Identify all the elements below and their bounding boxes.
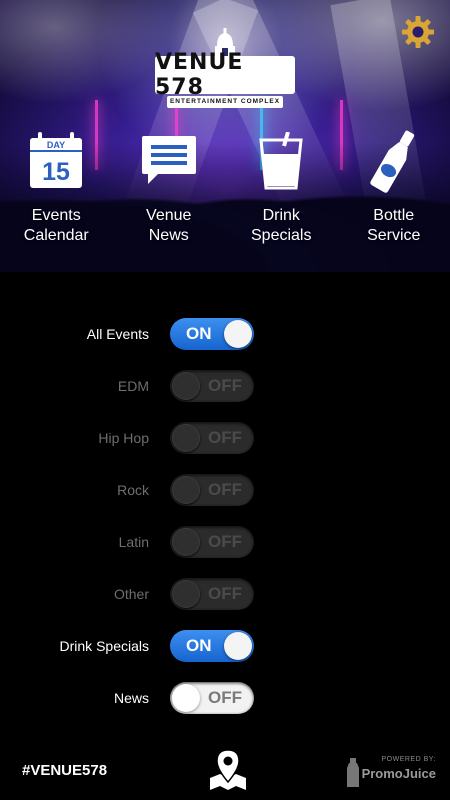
event-filter-list: All Events ON EDM OFF Hip Hop OFF Rock O… [0,308,450,724]
nav-label-events-calendar: Events Calendar [23,207,89,244]
toggle-latin[interactable]: OFF [170,526,254,558]
nav-venue-news[interactable]: Venue News [113,130,226,260]
toggle-news[interactable]: OFF [170,682,254,714]
toggle-knob [172,372,200,400]
filter-label: Drink Specials [59,638,149,654]
toggle-all-events[interactable]: ON [170,318,254,350]
toggle-knob [224,320,252,348]
toggle-state: OFF [208,532,242,551]
toggle-knob [172,580,200,608]
filter-row-hip-hop: Hip Hop OFF [0,412,450,464]
glass-icon [259,132,303,190]
powered-by-badge: POWERED BY: PromoJuice [346,756,436,790]
toggle-knob [172,476,200,504]
main-nav: DAY 15 Events Calendar Venue News Drink … [0,130,450,260]
nav-drink-specials[interactable]: Drink Specials [225,130,338,260]
venue-logo: VENUE 578 ENTERTAINMENT COMPLEX [155,28,295,108]
map-button[interactable] [208,748,248,792]
calendar-icon: DAY 15 [30,132,83,188]
logo-title: VENUE 578 [155,50,244,100]
toggle-hip-hop[interactable]: OFF [170,422,254,454]
toggle-drink-specials[interactable]: ON [170,630,254,662]
toggle-state: OFF [208,688,242,707]
toggle-knob [224,632,252,660]
map-pin-icon [210,749,246,790]
chat-bubble-icon [141,136,196,184]
toggle-state: OFF [208,480,242,499]
toggle-state: OFF [208,428,242,447]
filter-row-rock: Rock OFF [0,464,450,516]
logo-title-plate: VENUE 578 [155,50,295,100]
toggle-knob [172,528,200,556]
filter-row-other: Other OFF [0,568,450,620]
filter-row-edm: EDM OFF [0,360,450,412]
powered-by-label: POWERED BY: [381,756,436,763]
filter-row-latin: Latin OFF [0,516,450,568]
toggle-state: OFF [208,584,242,603]
filter-label: Rock [117,482,149,498]
svg-text:15: 15 [42,158,70,186]
filter-row-news: News OFF [0,672,450,724]
filter-row-drink-specials: Drink Specials ON [0,620,450,672]
brand-name: PromoJuice [361,766,436,781]
filter-label: Hip Hop [98,430,149,446]
nav-label-bottle-service: Bottle Service [367,207,421,244]
toggle-knob [172,424,200,452]
svg-text:DAY: DAY [47,140,65,150]
settings-button[interactable] [400,14,436,50]
toggle-knob [172,684,200,712]
toggle-rock[interactable]: OFF [170,474,254,506]
toggle-edm[interactable]: OFF [170,370,254,402]
filter-label: EDM [117,378,149,394]
filter-label: Other [113,586,149,602]
hashtag-text: #VENUE578 [22,762,108,779]
toggle-other[interactable]: OFF [170,578,254,610]
gear-icon [402,16,434,48]
filter-label: Latin [118,534,149,550]
nav-label-venue-news: Venue News [146,207,192,244]
juice-bottle-icon [347,758,359,787]
bottle-icon [370,130,414,193]
filter-label: All Events [86,326,149,342]
nav-bottle-service[interactable]: Bottle Service [338,130,450,260]
filter-label: News [113,690,149,706]
toggle-state: OFF [208,376,242,395]
nav-events-calendar[interactable]: DAY 15 Events Calendar [0,130,113,260]
logo-subtitle: ENTERTAINMENT COMPLEX [167,96,283,108]
nav-label-drink-specials: Drink Specials [251,207,312,244]
toggle-state: ON [186,636,212,655]
toggle-state: ON [186,324,212,343]
filter-row-all-events: All Events ON [0,308,450,360]
